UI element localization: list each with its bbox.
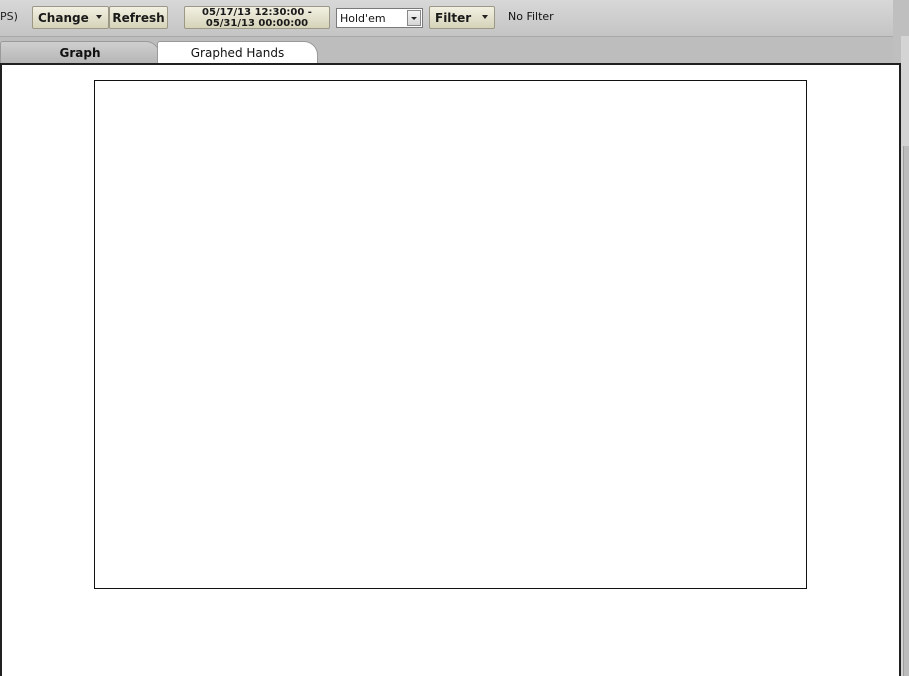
filter-status: No Filter: [508, 10, 554, 23]
scrollbar-thumb[interactable]: [903, 146, 909, 676]
tab-bar: Graph Graphed Hands: [0, 37, 893, 63]
filter-button-label: Filter: [435, 10, 472, 25]
site-label: PS): [0, 10, 18, 23]
game-type-select[interactable]: Hold'em: [336, 8, 423, 28]
change-button[interactable]: Change: [32, 6, 109, 29]
tab-graphed-hands[interactable]: Graphed Hands: [157, 41, 318, 63]
dropdown-arrow-icon[interactable]: [407, 10, 421, 26]
toolbar: PS) Change Refresh 05/17/13 12:30:00 - 0…: [0, 0, 893, 37]
tab-graph-label: Graph: [59, 45, 101, 60]
graph-area: [94, 80, 807, 589]
chevron-down-icon: [482, 15, 488, 19]
date-range-start: 05/17/13 12:30:00 -: [202, 6, 312, 18]
chevron-down-icon: [96, 15, 102, 19]
date-range-end: 05/31/13 00:00:00: [205, 17, 309, 29]
filter-button[interactable]: Filter: [429, 6, 495, 29]
app-window: PS) Change Refresh 05/17/13 12:30:00 - 0…: [0, 0, 909, 676]
game-type-value: Hold'em: [340, 12, 386, 25]
tab-graph[interactable]: Graph: [0, 41, 160, 63]
refresh-button[interactable]: Refresh: [109, 6, 168, 29]
refresh-button-label: Refresh: [112, 10, 165, 25]
graph-panel: [0, 63, 901, 676]
tab-graphed-hands-label: Graphed Hands: [190, 45, 285, 60]
change-button-label: Change: [38, 10, 89, 25]
date-range-button[interactable]: 05/17/13 12:30:00 - 05/31/13 00:00:00: [184, 6, 330, 29]
